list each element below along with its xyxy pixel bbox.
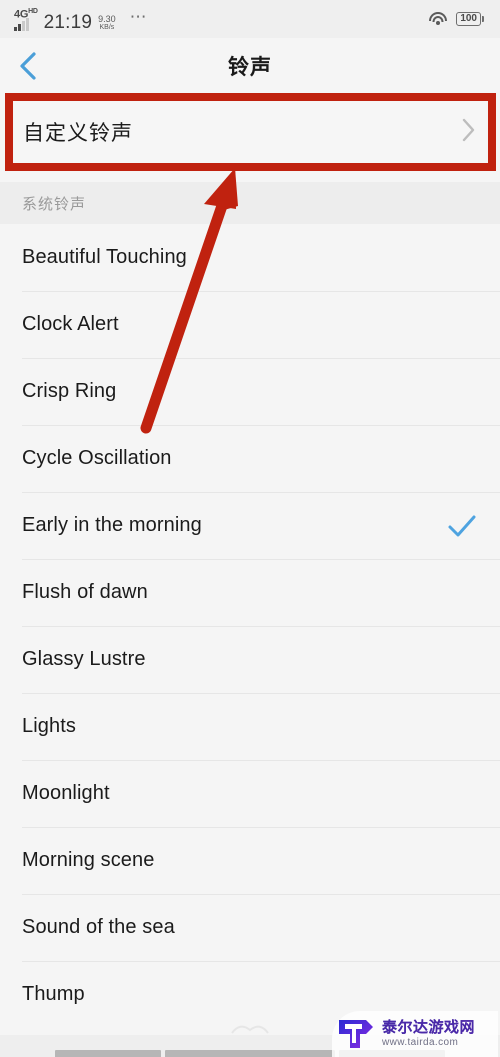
signal-bars-icon	[14, 17, 29, 31]
ringtone-name: Beautiful Touching	[22, 246, 187, 268]
list-item[interactable]: Beautiful Touching	[0, 224, 500, 291]
list-item[interactable]: Crisp Ring	[0, 358, 500, 425]
chevron-right-icon	[460, 117, 476, 148]
list-item[interactable]: Cycle Oscillation	[0, 425, 500, 492]
cellular-signal-indicator: 4GHD	[14, 7, 38, 31]
checkmark-icon	[446, 513, 478, 539]
ringtone-name: Thump	[22, 983, 85, 1005]
ringtone-name: Lights	[22, 715, 76, 737]
phone-screen: 4GHD 21:19 9.30 KB/s ⋯ 100 铃声 自定义铃声 系统铃声…	[0, 0, 500, 1057]
battery-icon: 100	[456, 12, 484, 26]
chevron-left-icon	[20, 51, 36, 80]
ringtone-list: Beautiful Touching Clock Alert Crisp Rin…	[0, 224, 500, 1028]
ringtone-name: Clock Alert	[22, 313, 119, 335]
custom-ringtone-row[interactable]: 自定义铃声	[14, 101, 486, 163]
list-item[interactable]: Clock Alert	[0, 291, 500, 358]
watermark-url: www.tairda.com	[382, 1036, 459, 1048]
ringtone-name: Crisp Ring	[22, 380, 117, 402]
ringtone-name: Morning scene	[22, 849, 155, 871]
ellipsis-icon: ⋯	[129, 6, 148, 26]
ringtone-name: Flush of dawn	[22, 581, 148, 603]
watermark-site-name: 泰尔达游戏网	[382, 1019, 476, 1037]
battery-level-label: 100	[456, 12, 481, 26]
section-header-label: 系统铃声	[22, 195, 87, 213]
network-speed-value: 9.30	[98, 14, 116, 25]
network-type-label: 4GHD	[14, 8, 38, 21]
nav-back-key[interactable]	[55, 1050, 162, 1057]
ringtone-name: Cycle Oscillation	[22, 447, 172, 469]
ringtone-name: Sound of the sea	[22, 916, 175, 938]
section-header-system-ringtones: 系统铃声	[0, 182, 500, 224]
nav-header: 铃声	[0, 38, 500, 93]
nav-home-key[interactable]	[165, 1050, 335, 1057]
network-speed-indicator: 9.30 KB/s	[98, 14, 116, 32]
home-indicator-arc	[231, 1025, 269, 1034]
custom-ringtone-label: 自定义铃声	[23, 122, 133, 145]
list-item[interactable]: Lights	[0, 693, 500, 760]
network-speed-unit: KB/s	[99, 24, 115, 32]
status-bar-left: 4GHD 21:19 9.30 KB/s ⋯	[14, 6, 148, 33]
ringtone-name: Early in the morning	[22, 514, 202, 536]
wifi-icon	[429, 12, 448, 26]
list-item-selected[interactable]: Early in the morning	[0, 492, 500, 559]
ringtone-name: Glassy Lustre	[22, 648, 146, 670]
status-bar: 4GHD 21:19 9.30 KB/s ⋯ 100	[0, 0, 500, 38]
page-title: 铃声	[228, 55, 272, 79]
t-logo-icon	[339, 1020, 373, 1048]
status-bar-clock: 21:19	[43, 11, 93, 33]
list-item[interactable]: Moonlight	[0, 760, 500, 827]
status-bar-right: 100	[429, 12, 484, 26]
list-item[interactable]: Glassy Lustre	[0, 626, 500, 693]
list-item[interactable]: Sound of the sea	[0, 894, 500, 961]
list-item[interactable]: Flush of dawn	[0, 559, 500, 626]
list-item[interactable]: Morning scene	[0, 827, 500, 894]
back-button[interactable]	[0, 38, 56, 93]
watermark: 泰尔达游戏网 www.tairda.com	[330, 1011, 500, 1057]
ringtone-name: Moonlight	[22, 782, 110, 804]
